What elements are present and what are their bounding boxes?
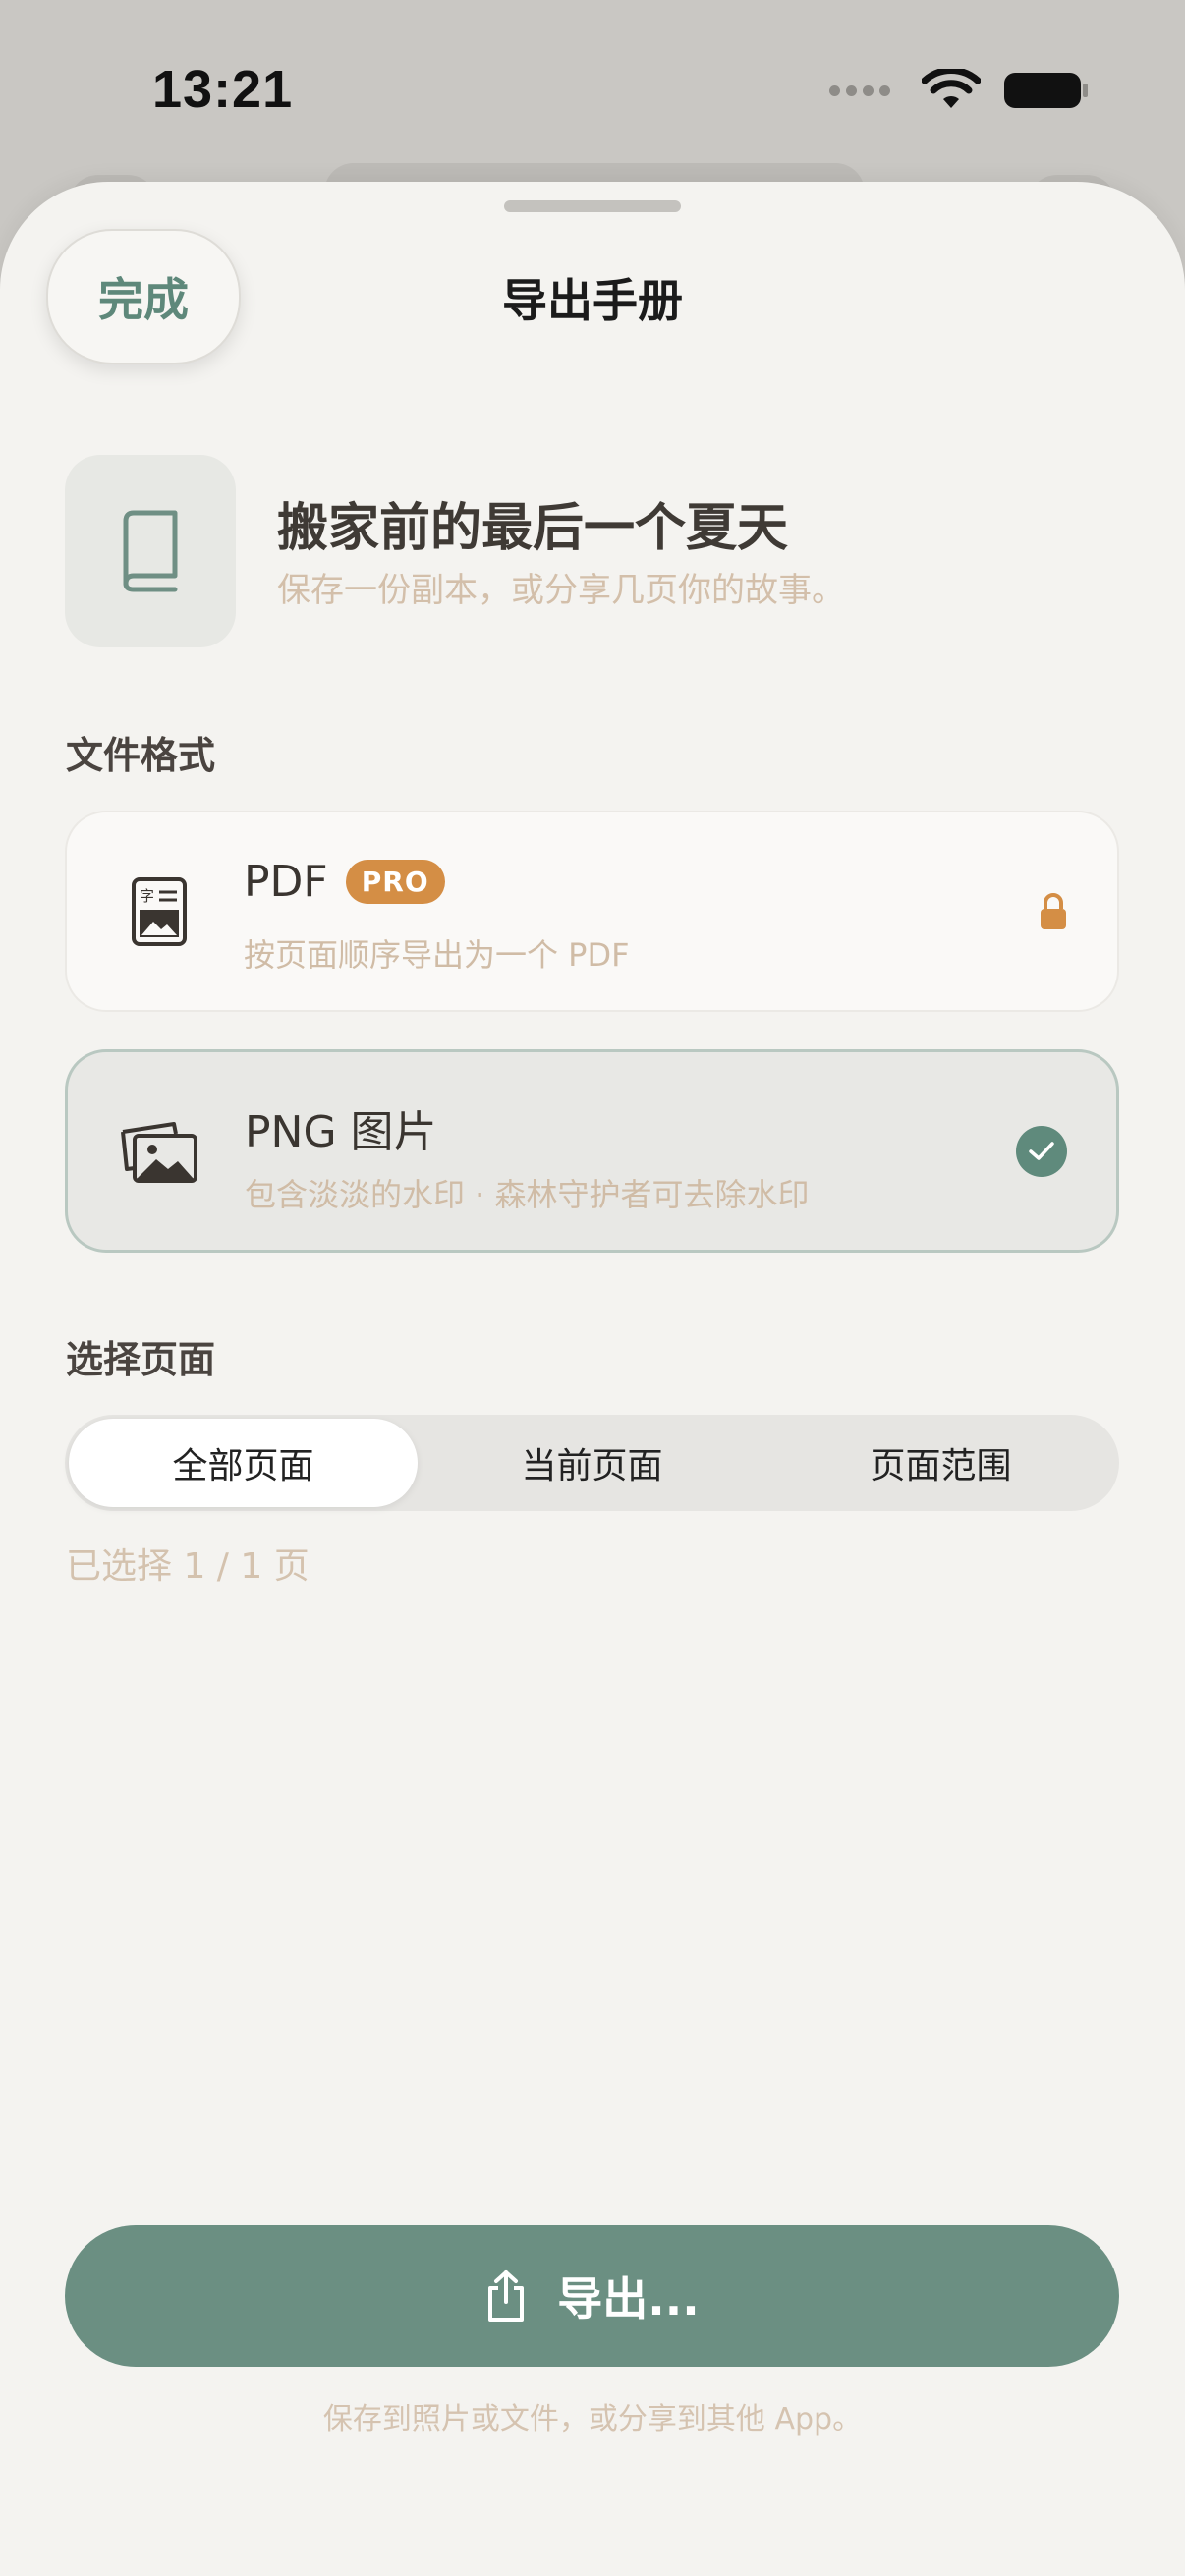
format-section-label: 文件格式 — [66, 734, 216, 777]
wifi-icon — [922, 69, 981, 108]
png-option-title: PNG 图片 — [245, 1107, 437, 1157]
battery-icon — [1004, 73, 1088, 108]
book-title: 搬家前的最后一个夏天 — [277, 499, 789, 558]
cellular-dots-icon — [829, 84, 890, 96]
page-selection-segmented-control: 全部页面 当前页面 页面范围 — [65, 1415, 1119, 1511]
format-option-pdf[interactable]: 字 PDF PRO 按页面顺序导出为一个 PDF — [65, 811, 1119, 1012]
sheet-grabber[interactable] — [504, 200, 681, 212]
status-bar: 13:21 — [0, 0, 1185, 187]
status-icons — [829, 69, 1091, 112]
export-note: 保存到照片或文件，或分享到其他 App。 — [322, 2402, 863, 2436]
export-sheet: 完成 导出手册 搬家前的最后一个夏天 保存一份副本，或分享几页你的故事。 文件格… — [0, 182, 1185, 2576]
pages-section-label: 选择页面 — [66, 1338, 216, 1381]
photos-icon — [121, 1121, 198, 1183]
book-icon — [123, 510, 178, 592]
svg-text:字: 字 — [140, 887, 154, 905]
pdf-option-label: PDF — [244, 857, 328, 907]
export-button[interactable]: 导出... — [65, 2225, 1119, 2367]
segment-all-pages[interactable]: 全部页面 — [69, 1419, 418, 1507]
share-icon — [488, 2270, 525, 2322]
book-subtitle: 保存一份副本，或分享几页你的故事。 — [277, 571, 845, 610]
book-thumbnail — [65, 455, 236, 647]
pdf-document-icon: 字 — [132, 876, 187, 946]
pdf-option-title: PDF PRO — [244, 857, 445, 907]
pdf-option-subtitle: 按页面顺序导出为一个 PDF — [244, 936, 630, 974]
segment-page-range[interactable]: 页面范围 — [766, 1419, 1115, 1507]
export-button-label: 导出... — [557, 2272, 700, 2325]
selected-pages-count: 已选择 1 / 1 页 — [66, 1546, 310, 1587]
sheet-title: 导出手册 — [502, 274, 683, 327]
format-option-png[interactable]: PNG 图片 包含淡淡的水印 · 森林守护者可去除水印 — [65, 1049, 1119, 1253]
segment-current-page[interactable]: 当前页面 — [418, 1419, 766, 1507]
png-option-subtitle: 包含淡淡的水印 · 森林守护者可去除水印 — [245, 1176, 810, 1213]
pro-badge: PRO — [345, 860, 445, 904]
selected-checkmark-icon — [1016, 1125, 1067, 1177]
status-time: 13:21 — [152, 60, 294, 119]
lock-icon — [1041, 892, 1066, 929]
